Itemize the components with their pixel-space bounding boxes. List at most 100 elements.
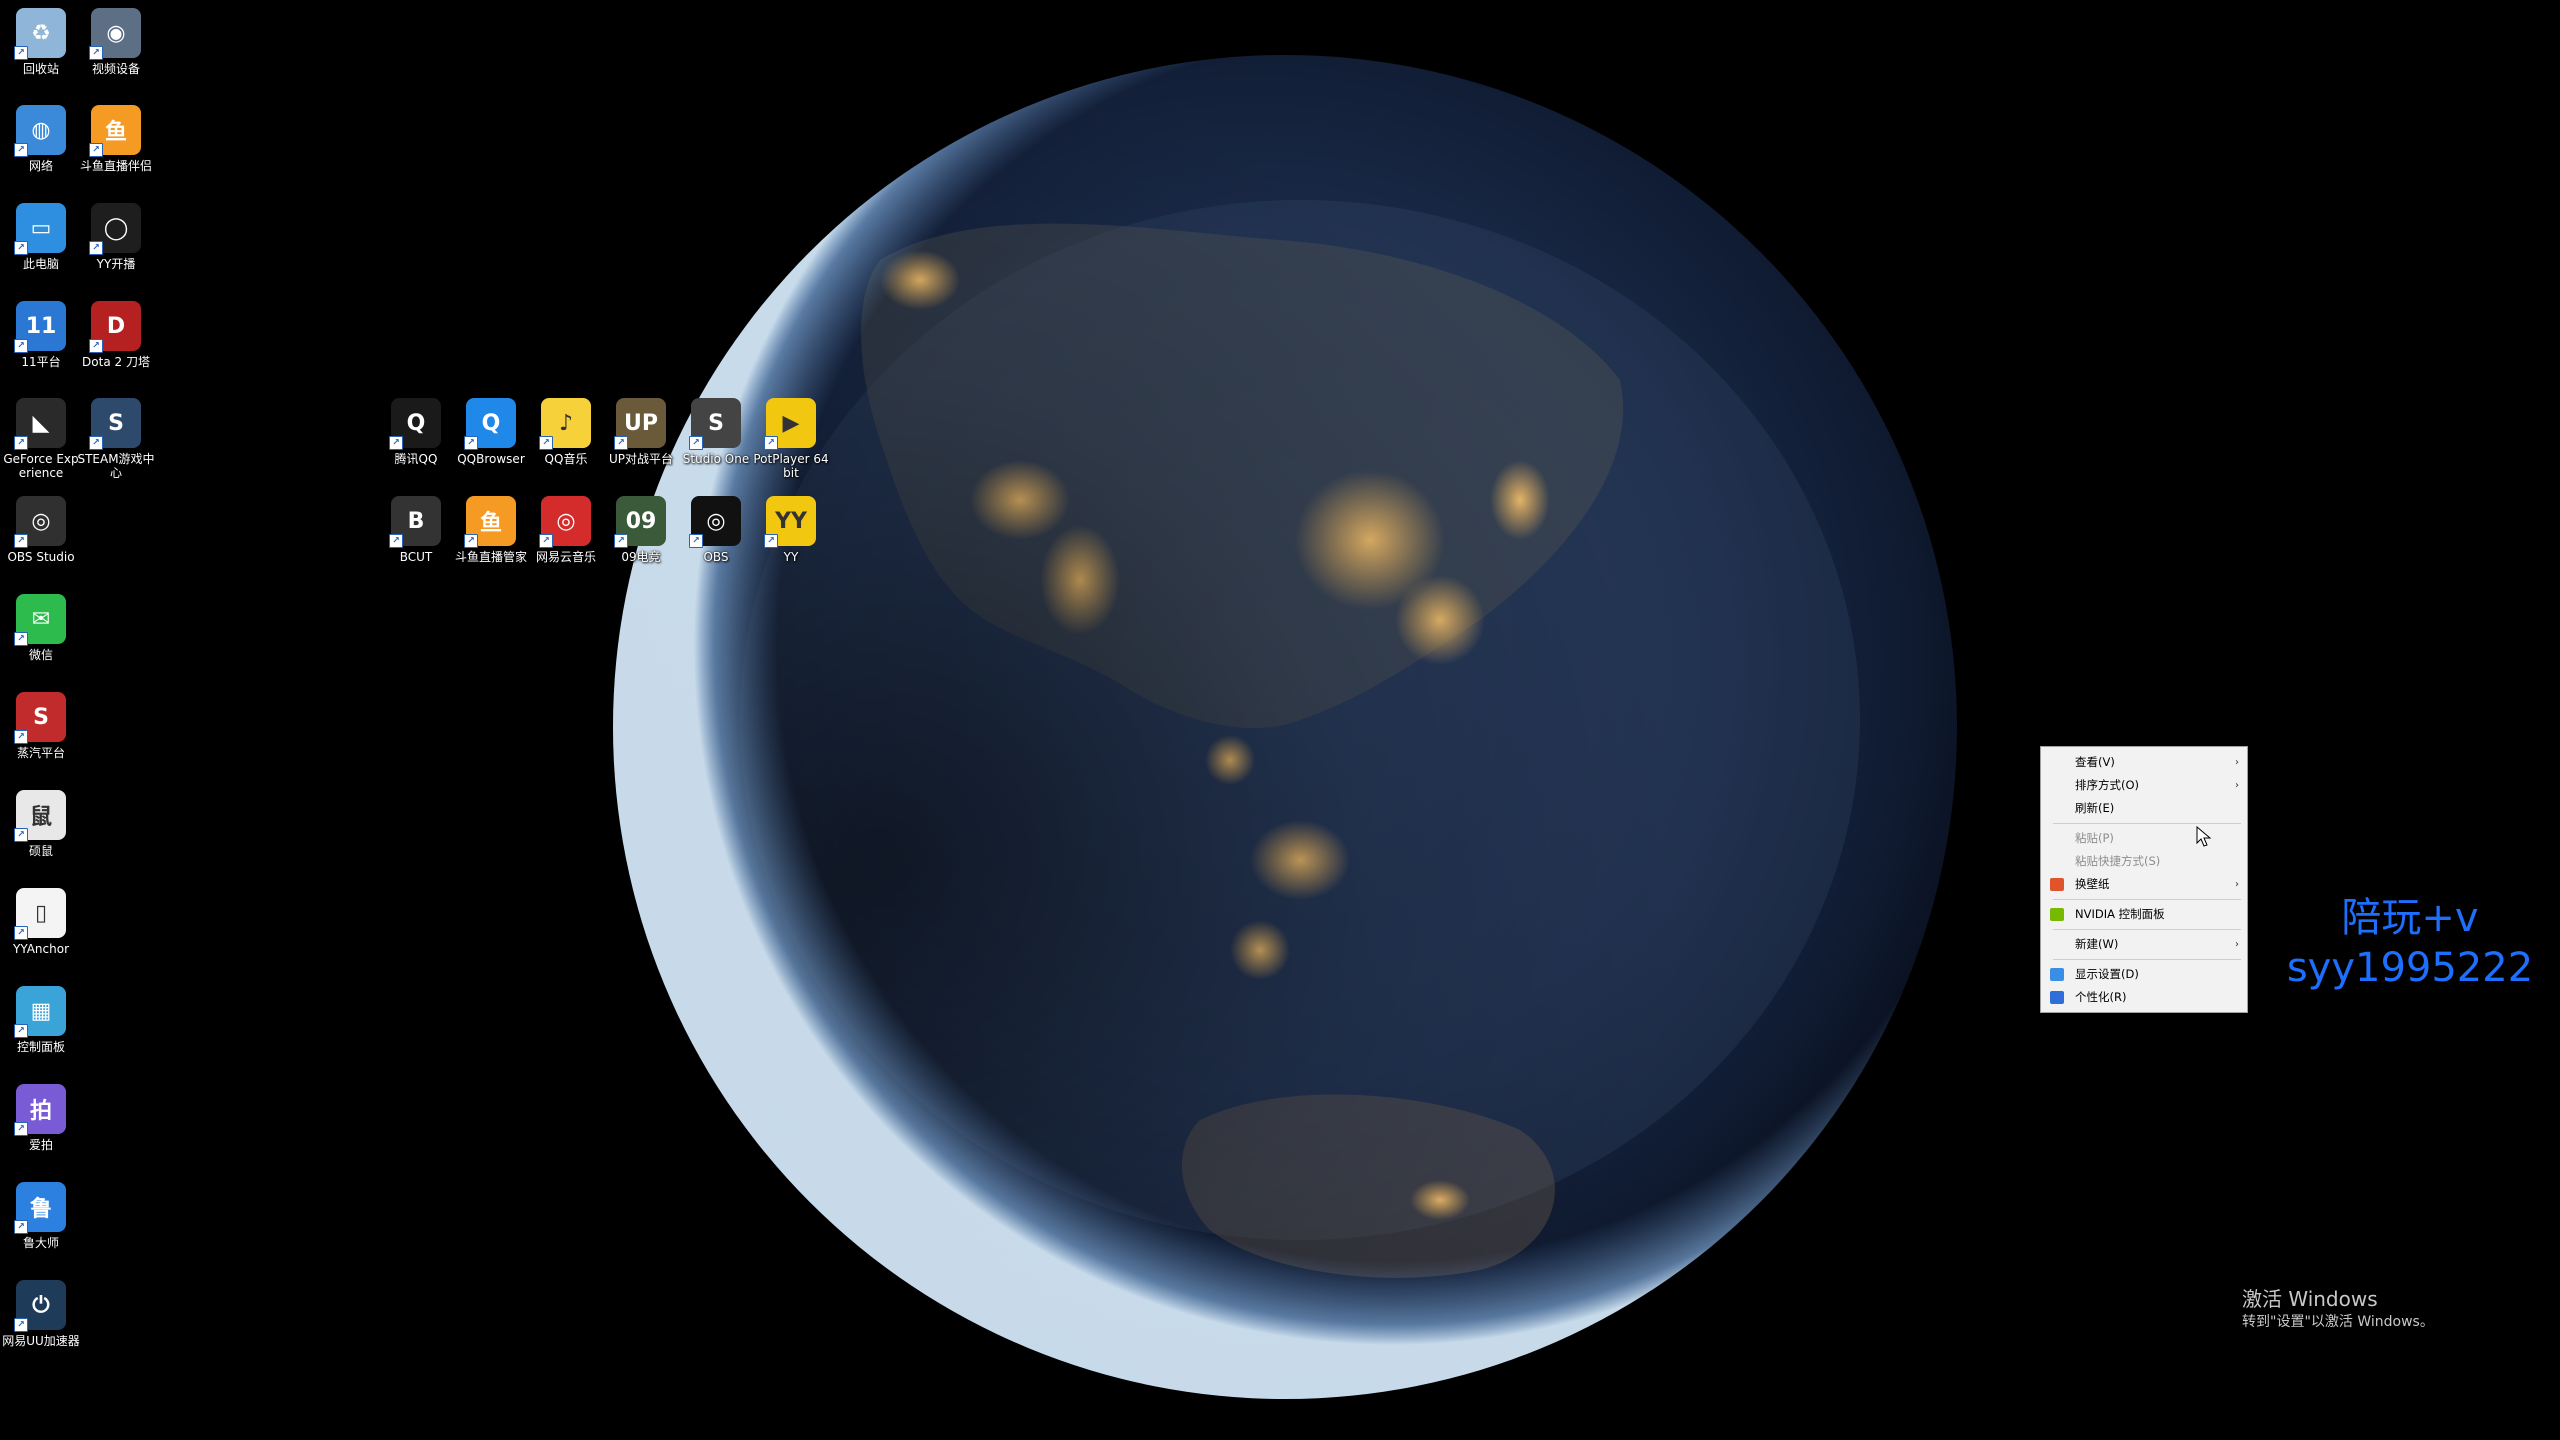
desktop-shortcut[interactable]: 鱼 ↗ 斗鱼直播管家 bbox=[452, 496, 530, 564]
shortcut-label: 硕鼠 bbox=[28, 844, 53, 858]
shortcut-arrow-icon: ↗ bbox=[89, 436, 103, 450]
desktop-shortcut[interactable]: 09 ↗ 09电竞 bbox=[602, 496, 680, 564]
desktop-shortcut[interactable]: ◎ ↗ OBS bbox=[677, 496, 755, 564]
desktop-shortcut[interactable]: ◉ ↗ 视频设备 bbox=[77, 8, 155, 76]
flvcd-icon: 鼠 ↗ bbox=[14, 790, 66, 842]
desktop-shortcut[interactable]: YY ↗ YY bbox=[752, 496, 830, 564]
promo-text: 陪玩+v syy1995222 bbox=[2280, 893, 2540, 993]
aipai-icon: 拍 ↗ bbox=[14, 1084, 66, 1136]
icon-glyph: ◎ bbox=[706, 508, 726, 534]
earth-wallpaper bbox=[613, 55, 1957, 1399]
desktop-shortcut[interactable]: S ↗ 蒸汽平台 bbox=[2, 692, 80, 760]
desktop-context-menu: 查看(V) › 排序方式(O) › 刷新(E) 粘贴(P) 粘贴快捷方式(S) 换壁纸 › NVI… bbox=[2040, 746, 2248, 1013]
context-menu-item[interactable]: NVIDIA 控制面板 bbox=[2041, 903, 2247, 926]
context-menu-item[interactable]: 刷新(E) bbox=[2041, 797, 2247, 820]
shortcut-arrow-icon: ↗ bbox=[14, 1024, 28, 1038]
desktop-shortcut[interactable]: Q ↗ 腾讯QQ bbox=[377, 398, 455, 466]
desktop-shortcut[interactable]: ◯ ↗ YY开播 bbox=[77, 203, 155, 271]
shortcut-arrow-icon: ↗ bbox=[14, 1220, 28, 1234]
desktop-shortcut[interactable]: ◎ ↗ OBS Studio bbox=[2, 496, 80, 564]
shortcut-label: 微信 bbox=[28, 648, 53, 662]
shortcut-arrow-icon: ↗ bbox=[89, 46, 103, 60]
context-menu-item[interactable]: 查看(V) › bbox=[2041, 751, 2247, 774]
context-menu-item[interactable]: 换壁纸 › bbox=[2041, 873, 2247, 896]
shortcut-label: 回收站 bbox=[22, 62, 59, 76]
shortcut-arrow-icon: ↗ bbox=[14, 1318, 28, 1332]
potplayer-icon: ▶ ↗ bbox=[764, 398, 816, 450]
desktop-shortcut[interactable]: ▯ ↗ YYAnchor bbox=[2, 888, 80, 956]
desktop-shortcut[interactable]: ◎ ↗ 网易云音乐 bbox=[527, 496, 605, 564]
icon-glyph: 鲁 bbox=[29, 1197, 52, 1222]
desktop-shortcut[interactable]: ♪ ↗ QQ音乐 bbox=[527, 398, 605, 466]
shortcut-label: 11平台 bbox=[21, 355, 61, 369]
icon-glyph: 鱼 bbox=[479, 511, 502, 536]
yy-live-icon: ◯ ↗ bbox=[89, 203, 141, 255]
shortcut-label: 爱拍 bbox=[28, 1138, 53, 1152]
shortcut-label: 09电竞 bbox=[621, 550, 661, 564]
dota2-icon: D ↗ bbox=[89, 301, 141, 353]
desktop-shortcut[interactable]: ▦ ↗ 控制面板 bbox=[2, 986, 80, 1054]
shortcut-arrow-icon: ↗ bbox=[14, 730, 28, 744]
desktop-shortcut[interactable]: UP ↗ UP对战平台 bbox=[602, 398, 680, 466]
menu-item-label: 显示设置(D) bbox=[2075, 967, 2139, 981]
icon-glyph: D bbox=[106, 313, 126, 339]
shortcut-label: UP对战平台 bbox=[608, 452, 674, 466]
icon-glyph: ◉ bbox=[106, 20, 126, 46]
desktop-shortcut[interactable]: D ↗ Dota 2 刀塔 bbox=[77, 301, 155, 369]
context-menu-item[interactable]: 显示设置(D) bbox=[2041, 963, 2247, 986]
shortcut-arrow-icon: ↗ bbox=[14, 339, 28, 353]
obs-studio-icon: ◎ ↗ bbox=[14, 496, 66, 548]
qq-music-icon: ♪ ↗ bbox=[539, 398, 591, 450]
desktop-shortcut[interactable]: 鱼 ↗ 斗鱼直播伴侣 bbox=[77, 105, 155, 173]
chevron-right-icon: › bbox=[2235, 879, 2239, 890]
desktop-shortcut[interactable]: ♻ ↗ 回收站 bbox=[2, 8, 80, 76]
desktop-shortcut[interactable]: ⏻ ↗ 网易UU加速器 bbox=[2, 1280, 80, 1348]
desktop-shortcut[interactable]: 11 ↗ 11平台 bbox=[2, 301, 80, 369]
desktop-shortcut[interactable]: B ↗ BCUT bbox=[377, 496, 455, 564]
menu-separator bbox=[2053, 823, 2241, 824]
shortcut-label: YY开播 bbox=[96, 257, 136, 271]
desktop-shortcut[interactable]: ◣ ↗ GeForce Experience bbox=[2, 398, 80, 480]
control-panel-icon: ▦ ↗ bbox=[14, 986, 66, 1038]
menu-item-label: 粘贴(P) bbox=[2075, 831, 2114, 845]
desktop-shortcut[interactable]: ✉ ↗ 微信 bbox=[2, 594, 80, 662]
desktop-shortcut[interactable]: Q ↗ QQBrowser bbox=[452, 398, 530, 466]
menu-separator bbox=[2053, 899, 2241, 900]
icon-glyph: ▶ bbox=[782, 410, 800, 436]
context-menu-item[interactable]: 排序方式(O) › bbox=[2041, 774, 2247, 797]
computer-icon: ▭ ↗ bbox=[14, 203, 66, 255]
shortcut-label: QQ音乐 bbox=[544, 452, 588, 466]
shortcut-arrow-icon: ↗ bbox=[464, 534, 478, 548]
recycle-bin-icon: ♻ ↗ bbox=[14, 8, 66, 60]
context-menu-item[interactable]: 新建(W) › bbox=[2041, 933, 2247, 956]
shortcut-arrow-icon: ↗ bbox=[764, 534, 778, 548]
shortcut-label: 腾讯QQ bbox=[394, 452, 438, 466]
desktop-shortcut[interactable]: 鼠 ↗ 硕鼠 bbox=[2, 790, 80, 858]
desktop-shortcut[interactable]: ▭ ↗ 此电脑 bbox=[2, 203, 80, 271]
display-icon bbox=[2050, 968, 2064, 981]
desktop-shortcut[interactable]: ◍ ↗ 网络 bbox=[2, 105, 80, 173]
windows-activation-watermark: 激活 Windows 转到"设置"以激活 Windows。 bbox=[2242, 1286, 2434, 1332]
context-menu-item[interactable]: 个性化(R) bbox=[2041, 986, 2247, 1009]
icon-glyph: ◍ bbox=[31, 117, 51, 143]
nvidia-icon bbox=[2050, 908, 2064, 921]
menu-separator bbox=[2053, 959, 2241, 960]
icon-glyph: ♻ bbox=[31, 20, 51, 46]
icon-glyph: B bbox=[407, 508, 425, 534]
obs-icon: ◎ ↗ bbox=[689, 496, 741, 548]
shortcut-arrow-icon: ↗ bbox=[764, 436, 778, 450]
desktop-shortcut[interactable]: ▶ ↗ PotPlayer 64 bit bbox=[752, 398, 830, 480]
desktop-shortcut[interactable]: S ↗ STEAM游戏中心 bbox=[77, 398, 155, 480]
icon-glyph: UP bbox=[624, 410, 658, 436]
shortcut-label: 蒸汽平台 bbox=[16, 746, 65, 760]
desktop-shortcut[interactable]: 拍 ↗ 爱拍 bbox=[2, 1084, 80, 1152]
file-icon: ▯ ↗ bbox=[14, 888, 66, 940]
shortcut-label: 鲁大师 bbox=[22, 1236, 59, 1250]
wechat-icon: ✉ ↗ bbox=[14, 594, 66, 646]
shortcut-arrow-icon: ↗ bbox=[614, 436, 628, 450]
icon-glyph: ▭ bbox=[30, 215, 52, 241]
desktop-shortcut[interactable]: S ↗ Studio One bbox=[677, 398, 755, 466]
menu-item-label: 查看(V) bbox=[2075, 755, 2115, 769]
09-esports-icon: 09 ↗ bbox=[614, 496, 666, 548]
desktop-shortcut[interactable]: 鲁 ↗ 鲁大师 bbox=[2, 1182, 80, 1250]
